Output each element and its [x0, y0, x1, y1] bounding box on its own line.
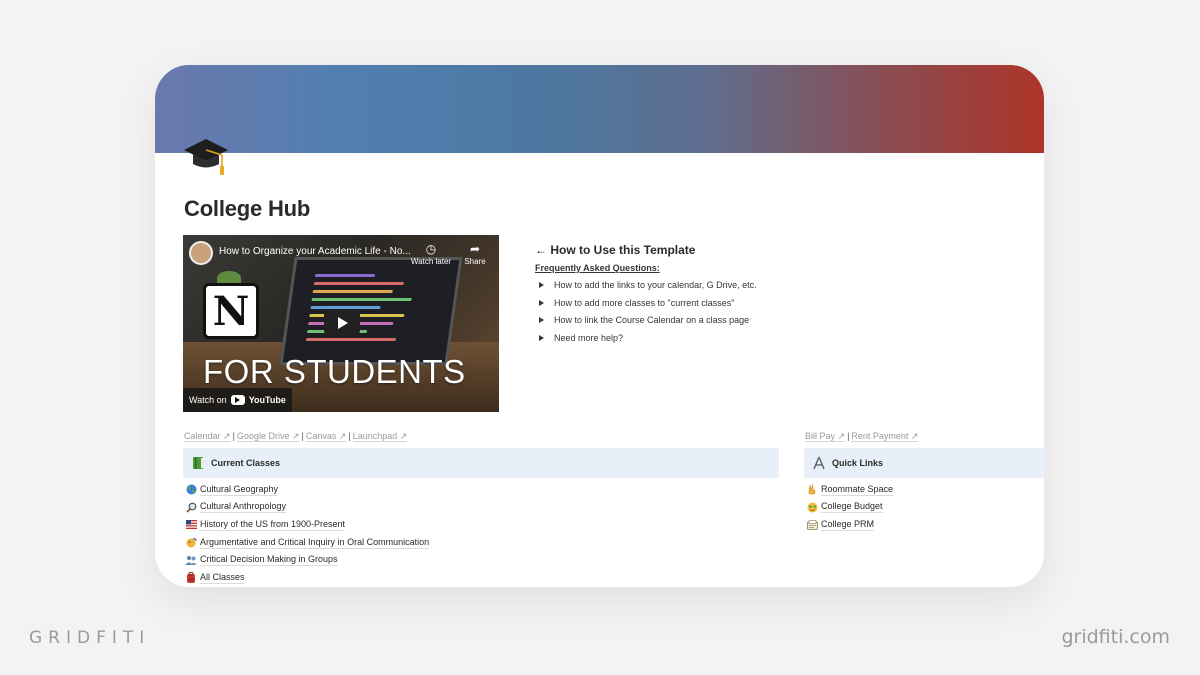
youtube-play-icon	[230, 395, 245, 405]
people-icon	[185, 554, 197, 566]
class-link-all-classes[interactable]: All Classes	[185, 569, 429, 587]
class-link-us-history[interactable]: History of the US from 1900-Present	[185, 516, 429, 534]
class-link-cultural-anthropology[interactable]: Cultural Anthropology	[185, 499, 429, 517]
how-to-heading[interactable]: ← How to Use this Template	[535, 243, 915, 257]
external-links-right: Bill Pay ↗ | Rent Payment ↗	[805, 431, 919, 442]
notion-logo: N	[203, 283, 259, 339]
green-book-icon	[191, 456, 205, 470]
class-link-label: History of the US from 1900-Present	[200, 518, 346, 531]
class-link-decision-making[interactable]: Critical Decision Making in Groups	[185, 551, 429, 569]
page-cover[interactable]	[155, 65, 1044, 153]
current-classes-heading: Current Classes	[211, 458, 281, 468]
gridfiti-url-watermark: gridfiti.com	[1061, 626, 1170, 648]
money-face-icon	[806, 501, 818, 513]
gridfiti-logo-watermark: GRIDFITI	[29, 628, 151, 648]
watch-on-label: Watch on	[189, 395, 227, 405]
card-index-icon	[806, 519, 818, 531]
canvas-link[interactable]: Canvas ↗	[305, 431, 347, 442]
faq-toggle-label: How to add the links to your calendar, G…	[554, 280, 757, 290]
video-laptop-image	[279, 257, 463, 365]
current-classes-callout[interactable]: Current Classes	[183, 448, 779, 478]
page-title[interactable]: College Hub	[184, 196, 310, 222]
watch-later-button[interactable]: ◷ Watch later	[409, 241, 453, 266]
launchpad-link[interactable]: Launchpad ↗	[352, 431, 408, 442]
youtube-wordmark: YouTube	[248, 395, 286, 405]
magnifier-icon	[185, 501, 197, 513]
victory-hand-icon	[806, 484, 818, 496]
calendar-link[interactable]: Calendar ↗	[184, 431, 231, 442]
quick-link-label: College Budget	[821, 501, 883, 514]
class-link-label: Critical Decision Making in Groups	[200, 554, 338, 567]
quick-links-callout[interactable]: Quick Links	[804, 448, 1044, 478]
share-arrow-icon: ➦	[469, 242, 481, 256]
toggle-triangle-icon[interactable]	[539, 299, 544, 306]
google-drive-link[interactable]: Google Drive ↗	[236, 431, 300, 442]
how-to-section: ← How to Use this Template Frequently As…	[535, 243, 915, 350]
toggle-triangle-icon[interactable]	[539, 334, 544, 341]
quick-link-roommate-space[interactable]: Roommate Space	[806, 481, 894, 499]
us-flag-icon	[185, 519, 197, 531]
toggle-triangle-icon[interactable]	[539, 317, 544, 323]
current-classes-list: Cultural Geography Cultural Anthropology…	[185, 481, 430, 587]
link-separator: |	[847, 431, 850, 441]
link-separator: |	[301, 431, 304, 441]
share-button[interactable]: ➦ Share	[457, 241, 493, 266]
class-link-label: Argumentative and Critical Inquiry in Or…	[200, 536, 430, 549]
link-separator: |	[348, 431, 351, 441]
quick-link-label: College PRM	[821, 518, 875, 531]
faq-toggle-item[interactable]: How to add the links to your calendar, G…	[535, 280, 915, 298]
youtube-embed[interactable]: N How to Organize your Academic Life - N…	[183, 235, 499, 412]
watch-on-youtube-button[interactable]: Watch on YouTube	[183, 388, 292, 412]
backpack-icon	[185, 572, 197, 584]
faq-label: Frequently Asked Questions:	[535, 263, 660, 273]
notion-page-card: College Hub N How to Organize your Acade…	[155, 65, 1044, 587]
class-link-cultural-geography[interactable]: Cultural Geography	[185, 481, 429, 499]
play-icon	[338, 317, 348, 329]
share-label: Share	[464, 257, 486, 266]
faq-toggle-label: Need more help?	[554, 332, 624, 343]
class-link-oral-communication[interactable]: Argumentative and Critical Inquiry in Or…	[185, 534, 430, 552]
class-link-label: Cultural Geography	[200, 483, 279, 496]
rent-payment-link[interactable]: Rent Payment ↗	[851, 431, 919, 442]
watch-later-label: Watch later	[410, 257, 452, 266]
faq-toggle-label: How to add more classes to "current clas…	[554, 297, 735, 308]
globe-icon	[185, 484, 197, 496]
toggle-triangle-icon[interactable]	[539, 282, 544, 288]
graduation-cap-icon[interactable]	[182, 131, 230, 179]
speaking-face-icon	[185, 537, 197, 549]
quick-link-label: Roommate Space	[821, 483, 894, 496]
faq-toggle-list: How to add the links to your calendar, G…	[535, 280, 915, 350]
quick-link-college-prm[interactable]: College PRM	[806, 516, 893, 534]
bill-pay-link[interactable]: Bill Pay ↗	[805, 431, 846, 442]
play-button[interactable]	[324, 310, 360, 336]
faq-toggle-item[interactable]: How to add more classes to "current clas…	[535, 298, 915, 316]
class-link-label: Cultural Anthropology	[200, 501, 287, 514]
link-separator: |	[232, 431, 235, 441]
channel-avatar[interactable]	[189, 241, 213, 265]
quick-link-college-budget[interactable]: College Budget	[806, 499, 893, 517]
faq-toggle-item[interactable]: Need more help?	[535, 333, 915, 351]
external-links-left: Calendar ↗ | Google Drive ↗ | Canvas ↗ | Launc…	[184, 431, 408, 442]
quick-links-heading: Quick Links	[832, 458, 884, 468]
clock-icon: ◷	[425, 242, 437, 256]
class-link-label: All Classes	[200, 571, 245, 584]
quick-links-list: Roommate Space College Budget College PR…	[806, 481, 894, 534]
faq-toggle-item[interactable]: How to link the Course Calendar on a cla…	[535, 315, 915, 333]
video-title[interactable]: How to Organize your Academic Life - No.…	[219, 246, 419, 257]
faq-toggle-label: How to link the Course Calendar on a cla…	[554, 315, 750, 325]
video-overlay-text: FOR STUDENTS	[203, 353, 466, 390]
compass-icon	[812, 456, 826, 470]
